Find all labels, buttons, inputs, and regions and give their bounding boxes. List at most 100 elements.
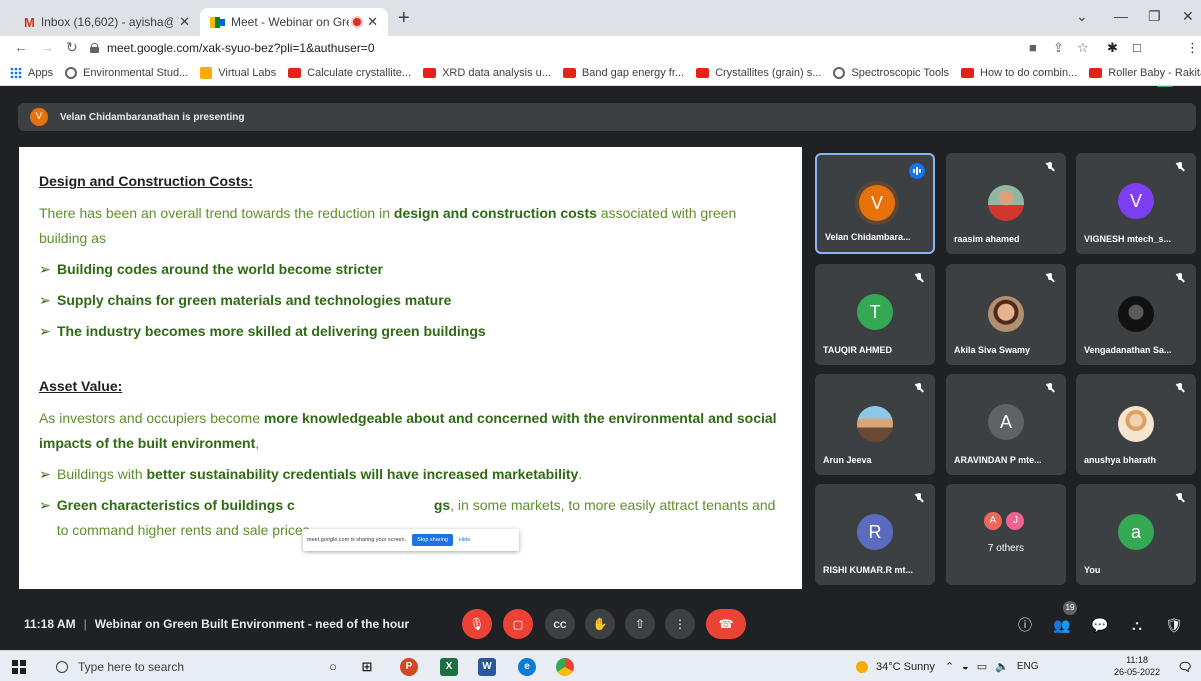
windows-start-icon[interactable] <box>12 660 26 674</box>
bookmark-item[interactable]: How to do combin... <box>961 67 1077 79</box>
more-options-button[interactable]: ⋮ <box>665 609 695 639</box>
mic-off-icon <box>1174 492 1186 504</box>
battery-icon[interactable]: ▭ <box>977 660 987 673</box>
powerpoint-icon[interactable]: P <box>400 658 418 676</box>
close-icon[interactable]: ✕ <box>367 14 378 30</box>
presentation-slide: Design and Construction Costs: There has… <box>19 147 802 589</box>
participant-tile[interactable]: Vengadanathan Sa... <box>1076 264 1196 365</box>
volume-icon[interactable]: 🔈 <box>995 660 1009 673</box>
chat-icon[interactable]: 💬 <box>1090 615 1110 635</box>
bookmark-item[interactable]: Crystallites (grain) s... <box>696 67 821 79</box>
participant-tile[interactable]: anushya bharath <box>1076 374 1196 475</box>
notifications-icon[interactable]: 🗨 <box>1176 658 1194 676</box>
mic-off-icon <box>1174 272 1186 284</box>
screen-share-popup: meet.google.com is sharing your screen. … <box>303 529 519 551</box>
participant-avatar: T <box>857 294 893 330</box>
participant-name: ARAVINDAN P mte... <box>954 455 1042 465</box>
slide-bullet: ➢ The industry becomes more skilled at de… <box>39 319 782 344</box>
participant-tile[interactable]: A ARAVINDAN P mte... <box>946 374 1066 475</box>
participant-name: anushya bharath <box>1084 455 1157 465</box>
participant-tile[interactable]: V Velan Chidambara... <box>815 153 935 254</box>
tab-title: Meet - Webinar on Green Bu <box>231 15 349 29</box>
search-placeholder: Type here to search <box>78 660 185 674</box>
tab-meet[interactable]: Meet - Webinar on Green Bu ✕ <box>200 8 388 36</box>
bookmark-star-icon[interactable]: ☆ <box>1077 40 1089 56</box>
excel-icon[interactable]: X <box>440 658 458 676</box>
self-tile[interactable]: a You <box>1076 484 1196 585</box>
others-tile[interactable]: A J 7 others <box>946 484 1066 585</box>
hand-icon: ✋ <box>592 617 608 631</box>
participant-tile[interactable]: V VIGNESH mtech_s... <box>1076 153 1196 254</box>
camera-toggle-button[interactable]: ▢ <box>503 609 533 639</box>
menu-icon[interactable]: ⋮ <box>1186 40 1199 56</box>
url-field[interactable]: meet.google.com/xak-syuo-bez?pli=1&authu… <box>90 36 375 60</box>
share-icon[interactable]: ⇪ <box>1053 40 1064 56</box>
network-icon[interactable]: ◒ <box>962 661 969 673</box>
taskbar-search[interactable]: Type here to search <box>44 655 310 679</box>
chrome-icon[interactable] <box>556 658 574 676</box>
bookmarks-bar: Apps Environmental Stud... Virtual Labs … <box>0 60 1201 86</box>
bookmark-item[interactable]: Calculate crystallite... <box>288 67 411 79</box>
share-popup-text: meet.google.com is sharing your screen. <box>307 537 407 543</box>
bookmark-item[interactable]: Virtual Labs <box>200 66 276 79</box>
bookmark-item[interactable]: Spectroscopic Tools <box>833 66 949 79</box>
language-indicator[interactable]: ENG <box>1017 661 1039 672</box>
participant-name: Velan Chidambara... <box>825 232 911 242</box>
restore-icon[interactable]: ❐ <box>1148 8 1161 25</box>
task-view-icon[interactable]: ⊞ <box>358 658 376 676</box>
globe-icon <box>65 66 78 79</box>
participant-tile[interactable]: T TAUQIR AHMED <box>815 264 935 365</box>
present-button[interactable]: ⇧ <box>625 609 655 639</box>
close-window-icon[interactable]: ✕ <box>1182 8 1194 25</box>
bookmark-item[interactable]: Band gap energy fr... <box>562 67 684 79</box>
back-icon[interactable]: ← <box>14 39 28 55</box>
leave-call-button[interactable]: ☎ <box>706 609 746 639</box>
captions-icon: CC <box>553 620 567 630</box>
participant-photo <box>988 296 1024 332</box>
weather-text[interactable]: 34°C Sunny <box>876 661 935 673</box>
hide-button[interactable]: Hide <box>459 537 470 543</box>
bookmark-item[interactable]: XRD data analysis u... <box>423 67 551 79</box>
camera-indicator-icon[interactable]: ■ <box>1029 40 1037 55</box>
presenting-banner: V Velan Chidambaranathan is presenting <box>18 103 1196 131</box>
participant-tile[interactable]: raasim ahamed <box>946 153 1066 254</box>
arrow-bullet-icon: ➢ <box>39 292 51 308</box>
bookmark-item[interactable]: Roller Baby - Rakita... <box>1089 67 1201 79</box>
tab-gmail[interactable]: M Inbox (16,602) - ayisha@crescent. ✕ <box>14 8 200 36</box>
side-panel-icon[interactable]: □ <box>1133 40 1141 55</box>
word-icon[interactable]: W <box>478 658 496 676</box>
bookmark-apps[interactable]: Apps <box>10 66 53 79</box>
stop-sharing-button[interactable]: Stop sharing <box>412 534 453 546</box>
extensions-icon[interactable]: ✱ <box>1107 40 1118 56</box>
taskbar-clock[interactable]: 11:18 26-05-2022 <box>1114 654 1160 678</box>
cortana-icon[interactable]: ○ <box>324 658 342 676</box>
clock-time: 11:18 <box>1126 655 1148 665</box>
reload-icon[interactable]: ↻ <box>66 39 78 56</box>
new-tab-button[interactable]: + <box>398 8 410 28</box>
bookmark-item[interactable]: Environmental Stud... <box>65 66 188 79</box>
activities-icon[interactable]: ⛬ <box>1127 615 1147 635</box>
mic-toggle-button[interactable]: 🎙 <box>462 609 492 639</box>
more-vert-icon: ⋮ <box>674 617 686 631</box>
tab-search-icon[interactable]: ⌄ <box>1076 8 1088 25</box>
youtube-icon <box>288 67 302 78</box>
edge-icon[interactable]: e <box>518 658 536 676</box>
participant-tile[interactable]: R RISHI KUMAR.R mt... <box>815 484 935 585</box>
tray-expand-icon[interactable]: ⌃ <box>945 660 954 673</box>
captions-button[interactable]: CC <box>545 609 575 639</box>
participant-avatar: a <box>1118 514 1154 550</box>
forward-icon[interactable]: → <box>40 39 54 55</box>
raise-hand-button[interactable]: ✋ <box>585 609 615 639</box>
close-icon[interactable]: ✕ <box>179 14 190 30</box>
slide-bullet: ➢ Supply chains for green materials and t… <box>39 288 782 313</box>
meeting-details-icon[interactable]: ⓘ <box>1015 615 1035 635</box>
youtube-icon <box>1089 67 1103 78</box>
host-controls-icon[interactable]: 🛡 <box>1164 615 1184 635</box>
hang-up-icon: ☎ <box>718 617 734 631</box>
participant-tile[interactable]: Arun Jeeva <box>815 374 935 475</box>
mic-off-icon: 🎙 <box>469 617 485 631</box>
mic-off-icon <box>913 492 925 504</box>
participant-tile[interactable]: Akila Siva Swamy <box>946 264 1066 365</box>
minimize-icon[interactable]: — <box>1114 8 1128 24</box>
people-icon[interactable]: 👥 <box>1052 615 1072 635</box>
